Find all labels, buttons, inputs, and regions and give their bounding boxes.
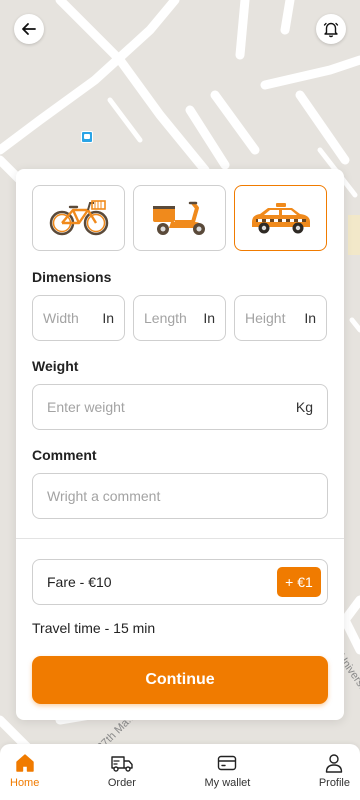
width-input[interactable] [43, 310, 95, 326]
nav-order[interactable]: Order [108, 744, 136, 800]
comment-input[interactable] [47, 488, 267, 504]
nav-home-label: Home [10, 777, 40, 789]
travel-time: Travel time - 15 min [32, 620, 156, 636]
nav-wallet[interactable]: My wallet [204, 744, 250, 800]
length-field[interactable]: In [133, 295, 226, 341]
home-icon [15, 754, 34, 772]
fare-text: Fare - €10 [47, 574, 112, 590]
nav-wallet-label: My wallet [204, 777, 251, 789]
wallet-icon [218, 755, 237, 771]
fare-box: Fare - €10 + €1 [32, 559, 328, 605]
dimensions-fields: In In In [32, 295, 327, 341]
bell-icon [323, 22, 339, 38]
truck-icon [111, 756, 133, 772]
user-icon [326, 754, 343, 773]
weight-label: Weight [32, 358, 79, 374]
notifications-button[interactable] [316, 14, 346, 44]
scooter-icon [152, 201, 205, 235]
arrow-left-icon [22, 23, 36, 35]
nav-profile-label: Profile [318, 777, 350, 789]
delivery-form-card: Dimensions In In In Weight Kg Comment Fa… [16, 169, 344, 720]
back-button[interactable] [14, 14, 44, 44]
vehicle-selector [32, 185, 327, 251]
width-unit: In [102, 310, 114, 326]
comment-field[interactable] [32, 473, 328, 519]
height-unit: In [304, 310, 316, 326]
bottom-navigation: Home Order My wallet Profile [0, 744, 360, 800]
dimensions-label: Dimensions [32, 269, 112, 285]
nav-profile[interactable]: Profile [319, 744, 350, 800]
height-input[interactable] [245, 310, 297, 326]
weight-unit: Kg [295, 399, 313, 415]
length-unit: In [203, 310, 215, 326]
continue-button[interactable]: Continue [32, 656, 328, 704]
vehicle-option-scooter[interactable] [133, 185, 226, 251]
nav-home[interactable]: Home [10, 744, 39, 800]
divider [16, 538, 344, 539]
vehicle-option-bicycle[interactable] [32, 185, 125, 251]
width-field[interactable]: In [32, 295, 125, 341]
add-fare-button[interactable]: + €1 [277, 567, 321, 597]
weight-input[interactable] [47, 399, 267, 415]
length-input[interactable] [144, 310, 196, 326]
bus-stop-icon[interactable] [81, 131, 93, 143]
bicycle-icon [49, 200, 108, 236]
height-field[interactable]: In [234, 295, 327, 341]
comment-label: Comment [32, 447, 97, 463]
taxi-icon [251, 203, 310, 234]
nav-order-label: Order [107, 777, 136, 789]
vehicle-option-taxi[interactable] [234, 185, 327, 251]
weight-field[interactable]: Kg [32, 384, 328, 430]
